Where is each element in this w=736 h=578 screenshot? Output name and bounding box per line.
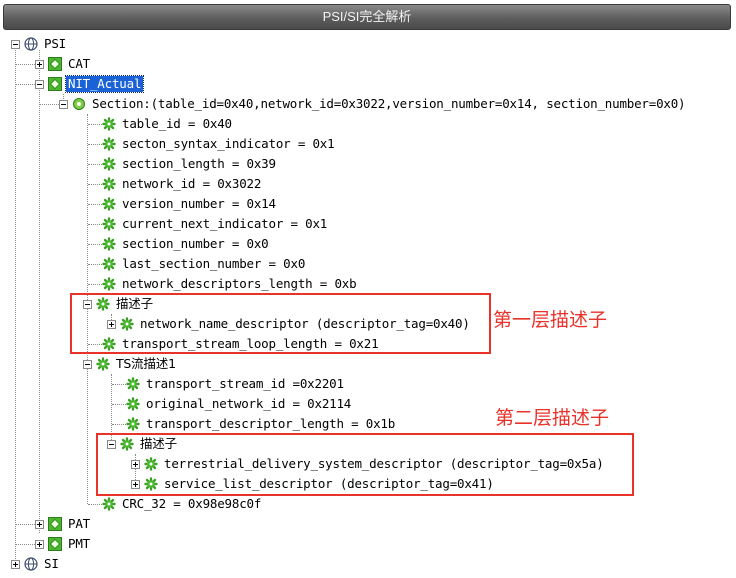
field-label: version_number = 0x14 bbox=[122, 196, 276, 211]
gear-icon bbox=[102, 217, 116, 231]
tree-node-field[interactable]: section_length = 0x39 bbox=[102, 154, 278, 174]
globe-icon bbox=[24, 557, 38, 571]
tree-line bbox=[88, 124, 102, 125]
gear-icon bbox=[102, 117, 116, 131]
tree-node-label: SI bbox=[44, 556, 59, 571]
gear-icon bbox=[102, 277, 116, 291]
field-label: transport_descriptor_length = 0x1b bbox=[146, 416, 396, 431]
annotation-label-layer2: 第二层描述子 bbox=[495, 407, 610, 429]
tree-node-field[interactable]: version_number = 0x14 bbox=[102, 194, 278, 214]
field-label: transport_stream_id =0x2201 bbox=[146, 376, 344, 391]
table-icon bbox=[48, 537, 62, 551]
expand-toggle[interactable] bbox=[35, 539, 44, 549]
tree-node-nit-actual[interactable]: NIT_Actual bbox=[35, 74, 145, 94]
tree-line bbox=[88, 164, 102, 165]
tree-node-field[interactable]: transport_stream_id =0x2201 bbox=[126, 374, 346, 394]
tree-line bbox=[16, 84, 35, 85]
tree-node-section[interactable]: Section:(table_id=0x40,network_id=0x3022… bbox=[59, 94, 687, 114]
gear-icon bbox=[102, 157, 116, 171]
tree-node-field[interactable]: CRC_32 = 0x98e98c0f bbox=[102, 494, 263, 514]
collapse-toggle[interactable] bbox=[11, 39, 20, 49]
tree-node-pmt[interactable]: PMT bbox=[35, 534, 92, 554]
expand-toggle[interactable] bbox=[35, 519, 44, 529]
gear-icon bbox=[102, 137, 116, 151]
field-label: current_next_indicator = 0x1 bbox=[122, 216, 328, 231]
tree-line bbox=[88, 504, 102, 505]
tree-node-label: PMT bbox=[68, 536, 90, 551]
tree-line bbox=[88, 184, 102, 185]
table-icon bbox=[48, 77, 62, 91]
gear-icon bbox=[126, 377, 140, 391]
field-label: last_section_number = 0x0 bbox=[122, 256, 306, 271]
tree-line bbox=[112, 384, 126, 385]
tree-line bbox=[88, 144, 102, 145]
field-label: table_id = 0x40 bbox=[122, 116, 232, 131]
tree-node-pat[interactable]: PAT bbox=[35, 514, 92, 534]
tree-line bbox=[16, 524, 35, 525]
tree-node-label: CAT bbox=[68, 56, 90, 71]
tree-node-field[interactable]: transport_descriptor_length = 0x1b bbox=[126, 414, 397, 434]
tree-node-label-selected: NIT_Actual bbox=[64, 75, 145, 93]
tree-line bbox=[88, 264, 102, 265]
tree-line bbox=[16, 64, 35, 65]
expand-toggle[interactable] bbox=[35, 59, 44, 69]
field-label: section_length = 0x39 bbox=[122, 156, 276, 171]
field-label: original_network_id = 0x2114 bbox=[146, 396, 352, 411]
tree-line bbox=[88, 244, 102, 245]
tree-node-ts-loop[interactable]: TS流描述1 bbox=[83, 354, 178, 374]
field-label: section_number = 0x0 bbox=[122, 236, 269, 251]
tree-node-field[interactable]: current_next_indicator = 0x1 bbox=[102, 214, 329, 234]
section-icon bbox=[72, 97, 86, 111]
gear-icon bbox=[102, 177, 116, 191]
collapse-toggle[interactable] bbox=[35, 79, 44, 89]
expand-toggle[interactable] bbox=[11, 559, 20, 569]
globe-icon bbox=[24, 37, 38, 51]
tree-node-field[interactable]: network_descriptors_length = 0xb bbox=[102, 274, 358, 294]
table-icon bbox=[48, 517, 62, 531]
collapse-toggle[interactable] bbox=[83, 359, 92, 369]
tree-line bbox=[88, 204, 102, 205]
gear-icon bbox=[102, 197, 116, 211]
field-label: network_id = 0x3022 bbox=[122, 176, 262, 191]
tree-line bbox=[88, 284, 102, 285]
tree-node-label: Section:(table_id=0x40,network_id=0x3022… bbox=[92, 96, 686, 111]
field-label: secton_syntax_indicator = 0x1 bbox=[122, 136, 335, 151]
tree-line bbox=[112, 404, 126, 405]
annotation-box-layer1 bbox=[70, 293, 491, 354]
gear-icon bbox=[102, 497, 116, 511]
tree-line bbox=[39, 50, 40, 533]
tree-node-psi[interactable]: PSI bbox=[11, 34, 68, 54]
tree-line bbox=[40, 104, 59, 105]
tree-line bbox=[15, 50, 16, 563]
tree-node-si[interactable]: SI bbox=[11, 554, 61, 574]
tree-line bbox=[88, 224, 102, 225]
tree-node-field[interactable]: network_id = 0x3022 bbox=[102, 174, 263, 194]
tree-node-label: TS流描述1 bbox=[116, 356, 176, 371]
annotation-label-layer1: 第一层描述子 bbox=[493, 309, 608, 331]
tree-node-field[interactable]: section_number = 0x0 bbox=[102, 234, 271, 254]
tree-node-field[interactable]: secton_syntax_indicator = 0x1 bbox=[102, 134, 336, 154]
gear-icon bbox=[102, 237, 116, 251]
tree-node-field[interactable]: table_id = 0x40 bbox=[102, 114, 234, 134]
tree-node-field[interactable]: last_section_number = 0x0 bbox=[102, 254, 307, 274]
gear-icon bbox=[102, 257, 116, 271]
tree-node-cat[interactable]: CAT bbox=[35, 54, 92, 74]
tree-node-field[interactable]: original_network_id = 0x2114 bbox=[126, 394, 353, 414]
gear-icon bbox=[126, 417, 140, 431]
tree-node-label: PSI bbox=[44, 36, 66, 51]
table-icon bbox=[48, 57, 62, 71]
tree-line bbox=[112, 424, 126, 425]
annotation-box-layer2 bbox=[96, 433, 634, 496]
field-label: network_descriptors_length = 0xb bbox=[122, 276, 357, 291]
gear-icon bbox=[96, 357, 110, 371]
tree-line bbox=[16, 544, 35, 545]
gear-icon bbox=[126, 397, 140, 411]
tree-node-label: PAT bbox=[68, 516, 90, 531]
collapse-toggle[interactable] bbox=[59, 99, 68, 109]
field-label: CRC_32 = 0x98e98c0f bbox=[122, 496, 262, 511]
